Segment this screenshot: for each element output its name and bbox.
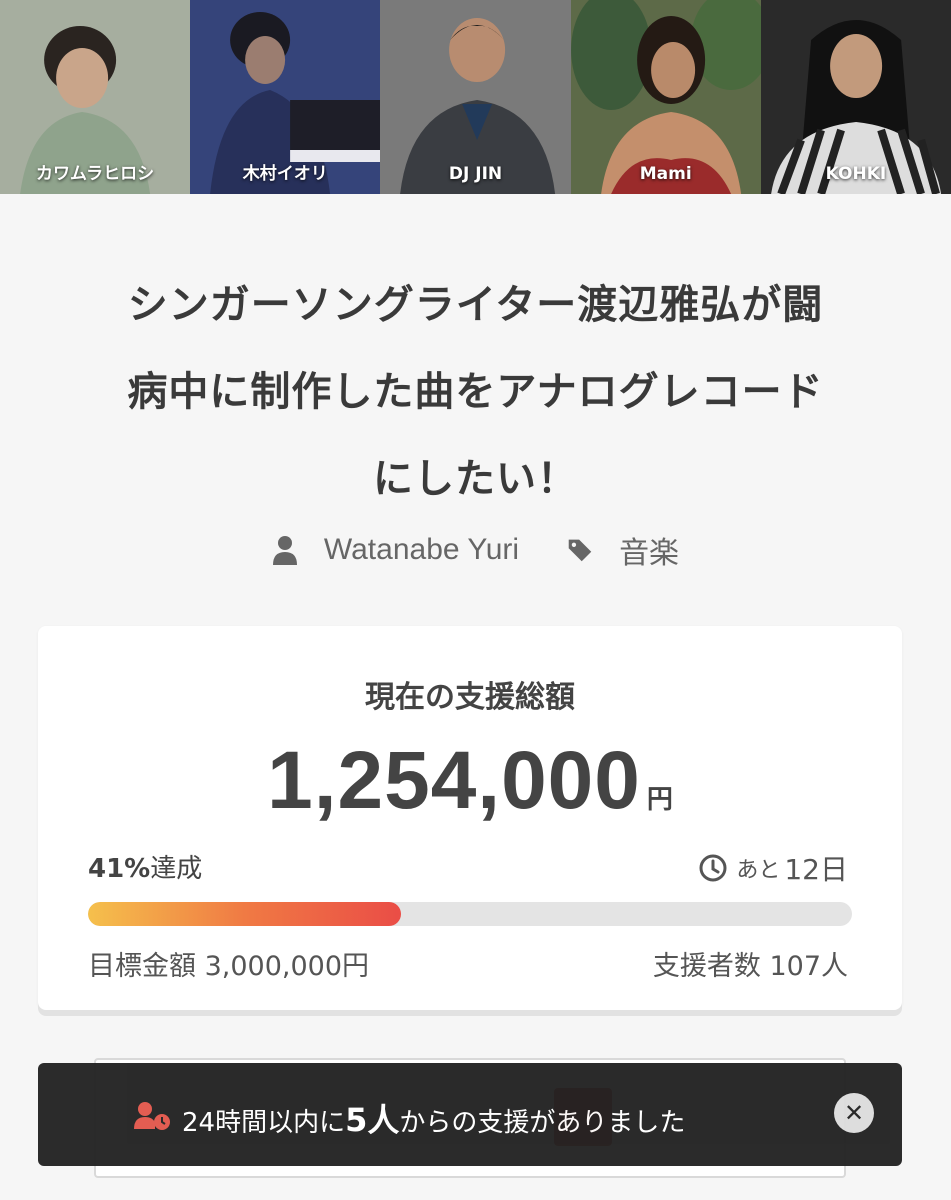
title-line: 病中に制作した曲をアナログレコード [127,369,824,415]
category-link[interactable]: 音楽 [567,528,679,572]
artist-tile: 木村イオリ [190,0,381,194]
user-clock-icon [134,1102,170,1130]
artist-tile: カワムラヒロシ [0,0,191,194]
achieved-suffix: 達成 [150,854,203,884]
funding-label: 現在の支援総額 [365,680,575,715]
author-name: Watanabe Yuri [323,533,520,566]
artist-name: カワムラヒロシ [36,164,155,184]
funding-card: 現在の支援総額 1,254,000 円 41%達成 あと 12日 目標金額 3,0… [38,626,902,1010]
tag-icon [568,539,592,562]
artist-tile: Mami [570,0,761,194]
project-title: シンガーソングライター渡辺雅弘が闘 病中に制作した曲をアナログレコード にしたい… [40,262,911,523]
remaining-days: あと 12日 [698,848,848,888]
close-icon[interactable]: ✕ [834,1093,874,1133]
funding-amount: 1,254,000 [267,735,641,826]
artist-name: DJ JIN [448,164,503,184]
supporter-count: 支援者数 107人 [652,951,848,982]
achieved-percent: 41% [88,854,151,884]
artist-name: Mami [639,164,692,184]
achieved-rate: 41%達成 [88,848,202,885]
progress-bar [88,902,852,926]
category-name: 音楽 [619,537,680,570]
goal-amount: 目標金額 3,000,000円 [88,951,369,982]
remaining-value: 12日 [784,853,848,886]
artist-name: 木村イオリ [242,164,328,184]
funding-amount-row: 1,254,000 円 [38,734,902,828]
toast-message: 24時間以内に5人からの支援がありました [182,1095,685,1141]
support-toast: 24時間以内に5人からの支援がありました ✕ [38,1063,902,1166]
title-line: シンガーソングライター渡辺雅弘が闘 [127,282,824,328]
currency-unit: 円 [646,785,673,815]
project-meta: Watanabe Yuri 音楽 [0,528,951,572]
artist-tile: DJ JIN [380,0,571,194]
artist-banner: カワムラヒロシ 木村イオリ DJ JIN Mami KOHKI [0,0,951,194]
clock-icon [699,854,727,882]
artist-name: KOHKI [825,164,887,184]
remaining-prefix: あと [736,858,781,883]
artist-tile: KOHKI [760,0,951,194]
author-link[interactable]: Watanabe Yuri [272,533,519,567]
title-line: にしたい！ [373,456,578,502]
user-icon [272,536,297,565]
toast-prefix: 24時間以内に [182,1108,346,1138]
progress-fill [88,902,402,926]
toast-suffix: からの支援がありました [399,1108,686,1138]
toast-count: 5人 [345,1101,400,1139]
